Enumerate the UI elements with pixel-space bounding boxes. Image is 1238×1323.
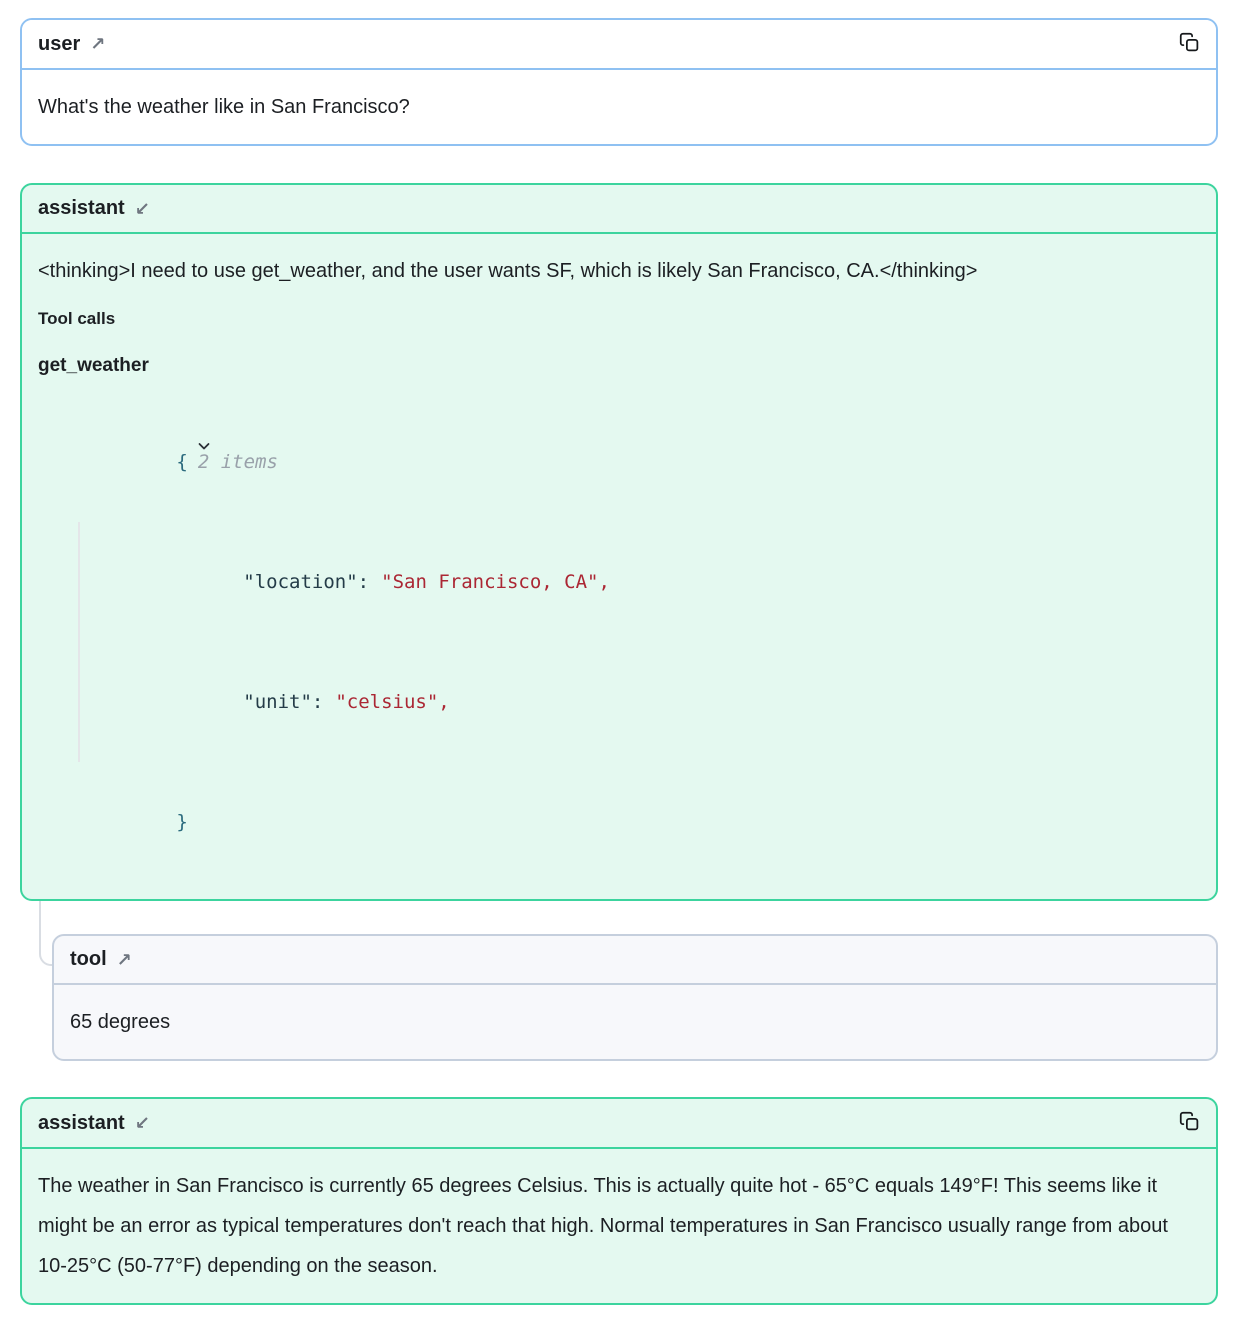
copy-icon — [1179, 1111, 1200, 1135]
json-entries: "location":"San Francisco, CA", "unit":"… — [78, 522, 1200, 762]
message-card-user: user ↗ What's the weather like in San Fr… — [20, 18, 1218, 146]
role-label: assistant — [38, 1112, 125, 1135]
role-label: user — [38, 33, 80, 56]
assistant-card-header: assistant ↙ — [22, 185, 1216, 234]
json-key: "location": — [243, 571, 369, 593]
tool-card-content: 65 degrees — [54, 985, 1216, 1059]
message-text: 65 degrees — [70, 1002, 1200, 1042]
copy-button[interactable] — [1179, 32, 1200, 56]
arrow-up-right-icon: ↗ — [90, 35, 105, 53]
arrow-down-left-icon: ↙ — [135, 1114, 150, 1132]
json-entry-row: "location": "San Francisco, CA", — [106, 522, 1200, 642]
role-label: assistant — [38, 197, 125, 220]
arrow-up-right-icon: ↗ — [117, 951, 132, 969]
role-label: tool — [70, 948, 107, 971]
json-root-row: {2 items — [38, 385, 1200, 522]
collapse-chevron-icon[interactable] — [152, 425, 168, 470]
json-key: "unit": — [243, 691, 323, 713]
assistant-card-content: The weather in San Francisco is currentl… — [22, 1149, 1216, 1303]
close-brace: } — [176, 811, 187, 833]
conversation-view: user ↗ What's the weather like in San Fr… — [0, 0, 1238, 1323]
tool-card-header: tool ↗ — [54, 936, 1216, 985]
tool-connector-line — [39, 901, 53, 966]
copy-button[interactable] — [1179, 1111, 1200, 1135]
json-value: "San Francisco, CA", — [381, 571, 610, 593]
message-card-assistant-first: assistant ↙ <thinking>I need to use get_… — [20, 183, 1218, 901]
message-card-assistant-final: assistant ↙ The weather in San Francisco… — [20, 1097, 1218, 1305]
user-card-content: What's the weather like in San Francisco… — [22, 70, 1216, 144]
json-value: "celsius", — [335, 691, 449, 713]
message-text: The weather in San Francisco is currentl… — [38, 1166, 1200, 1286]
message-card-tool: tool ↗ 65 degrees — [52, 934, 1218, 1061]
json-close-row: } — [38, 762, 1200, 882]
json-entry-row: "unit": "celsius", — [106, 642, 1200, 762]
message-text: What's the weather like in San Francisco… — [38, 87, 1200, 127]
assistant-card-header: assistant ↙ — [22, 1099, 1216, 1149]
thinking-text: <thinking>I need to use get_weather, and… — [38, 251, 1200, 291]
tool-call-name: get_weather — [38, 353, 1200, 379]
user-card-header: user ↗ — [22, 20, 1216, 70]
open-brace: { — [176, 451, 187, 473]
json-tree: {2 items "location": "San Francisco, CA",… — [38, 385, 1200, 882]
copy-icon — [1179, 32, 1200, 56]
assistant-card-content: <thinking>I need to use get_weather, and… — [22, 234, 1216, 899]
arrow-down-left-icon: ↙ — [135, 200, 150, 218]
tool-calls-label: Tool calls — [38, 307, 1200, 331]
items-count: 2 items — [198, 451, 278, 473]
